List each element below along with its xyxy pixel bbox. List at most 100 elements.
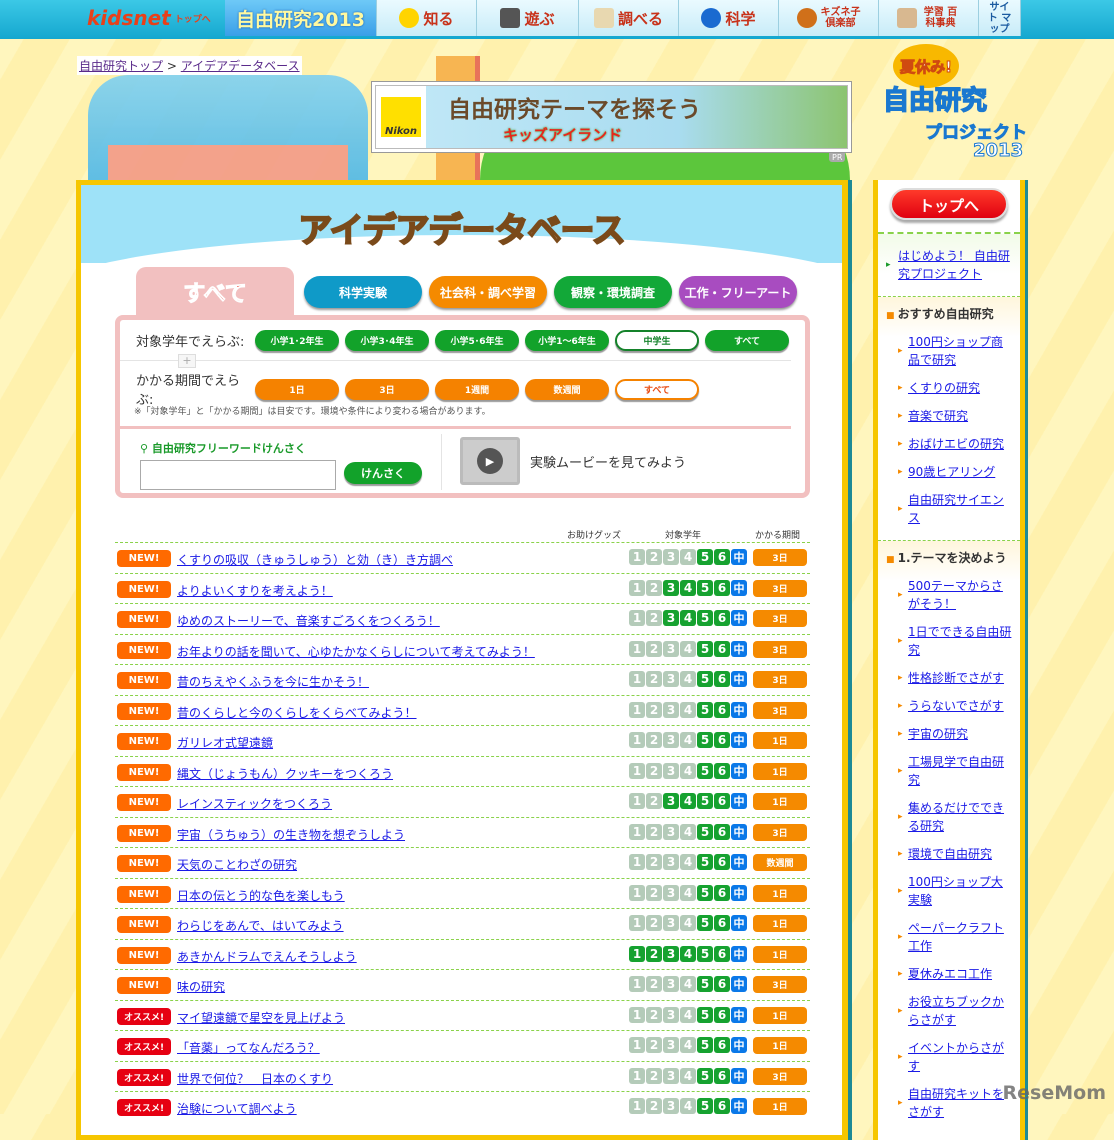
idea-title-link[interactable]: 日本の伝とう的な色を楽しもう xyxy=(177,887,345,904)
idea-title-link[interactable]: お年よりの話を聞いて、心ゆたかなくらしについて考えてみよう！ xyxy=(177,643,535,660)
grade-1: 1 xyxy=(629,762,645,779)
sidebar-link[interactable]: 1日でできる自由研究 xyxy=(908,625,1011,657)
period-option-all[interactable]: すべて xyxy=(615,378,699,400)
sidebar-link[interactable]: 集めるだけでできる研究 xyxy=(908,801,1004,833)
list-item: NEW! レインスティックをつくろう 123456中 1日 xyxy=(115,786,810,817)
nav-shiru[interactable]: 知る xyxy=(377,0,477,36)
sidebar-link[interactable]: 環境で自由研究 xyxy=(908,847,992,861)
sidebar-item: 100円ショップ大実験 xyxy=(878,868,1020,914)
period-option-1day[interactable]: 1日 xyxy=(255,378,339,400)
list-item: NEW! ガリレオ式望遠鏡 123456中 1日 xyxy=(115,725,810,756)
grade-4: 4 xyxy=(680,1098,696,1114)
idea-title-link[interactable]: あきかんドラムでえんそうしよう xyxy=(177,948,357,965)
sidebar-group: おすすめ自由研究 100円ショップ商品で研究くすりの研究音楽で研究おばけエビの研究… xyxy=(878,296,1020,536)
list-item: オススメ! 世界で何位？ 日本のくすり 123456中 3日 xyxy=(115,1060,810,1092)
grade-option-1-2[interactable]: 小学1･2年生 xyxy=(255,330,339,351)
sidebar-link[interactable]: 100円ショップ大実験 xyxy=(908,875,1003,907)
nav-kagaku[interactable]: 科学 xyxy=(679,0,779,36)
sidebar-link-start[interactable]: はじめよう！ 自由研究プロジェクト xyxy=(898,249,1010,281)
period-option-1week[interactable]: 1週間 xyxy=(435,378,519,400)
idea-title-link[interactable]: 宇宙（うちゅう）の生き物を想ぞうしよう xyxy=(177,826,405,843)
breadcrumb-home[interactable]: 自由研究トップ xyxy=(79,59,163,73)
search-button[interactable]: けんさく xyxy=(344,462,422,484)
grade-6: 6 xyxy=(714,1098,730,1114)
idea-title-link[interactable]: わらじをあんで、はいてみよう xyxy=(177,917,344,934)
sidebar-link[interactable]: 夏休みエコ工作 xyxy=(908,967,992,981)
kidsnet-logo[interactable]: kidsnet トップへ xyxy=(85,0,225,36)
sidebar-link[interactable]: うらないでさがす xyxy=(908,699,1004,713)
idea-title-link[interactable]: 「音薬」ってなんだろう？ xyxy=(177,1039,320,1056)
sidebar-link[interactable]: 音楽で研究 xyxy=(908,409,968,423)
nav-encyclopedia[interactable]: 学習 百科事典 xyxy=(879,0,979,36)
sidebar-link[interactable]: 自由研究キットをさがす xyxy=(908,1087,1004,1119)
grade-option-5-6[interactable]: 小学5･6年生 xyxy=(435,330,519,351)
idea-title-link[interactable]: 昔のちえやくふうを今に生かそう！ xyxy=(177,673,369,690)
tab-observation[interactable]: 観察・環境調査 xyxy=(554,276,672,308)
idea-title-link[interactable]: 世界で何位？ 日本のくすり xyxy=(177,1070,333,1087)
tab-social-research[interactable]: 社会科・調べ学習 xyxy=(429,276,547,308)
grade-indicators: 123456中 xyxy=(629,1098,747,1114)
sidebar-link[interactable]: 90歳ヒアリング xyxy=(908,465,995,479)
list-item: NEW! 宇宙（うちゅう）の生き物を想ぞうしよう 123456中 3日 xyxy=(115,816,810,848)
sidebar-link[interactable]: 自由研究サイエンス xyxy=(908,493,1004,525)
idea-title-link[interactable]: 治験について調べよう xyxy=(177,1100,297,1117)
grade-3: 3 xyxy=(663,1067,679,1084)
period-badge: 3日 xyxy=(753,579,807,597)
idea-title-link[interactable]: 縄文（じょうもん）クッキーをつくろう xyxy=(177,765,393,782)
grade-5: 5 xyxy=(697,1067,713,1084)
idea-title-link[interactable]: ガリレオ式望遠鏡 xyxy=(177,734,273,751)
grade-option-all[interactable]: すべて xyxy=(705,330,789,351)
nav-shiraberu[interactable]: 調べる xyxy=(579,0,679,36)
sidebar-item: 90歳ヒアリング xyxy=(878,458,1020,486)
sidebar-group: 1.テーマを決めよう 500テーマからさがそう！ 1日でできる自由研究性格診断でさが… xyxy=(878,540,1020,1130)
sidebar-link[interactable]: 工場見学で自由研究 xyxy=(908,755,1004,787)
sidebar-link[interactable]: 100円ショップ商品で研究 xyxy=(908,335,1003,367)
sidebar-link[interactable]: 性格診断でさがす xyxy=(908,671,1004,685)
sidebar-link[interactable]: くすりの研究 xyxy=(908,381,980,395)
idea-title-link[interactable]: くすりの吸収（きゅうしゅう）と効（き）き方調べ xyxy=(177,551,453,568)
idea-title-link[interactable]: ゆめのストーリーで、音楽すごろくをつくろう！ xyxy=(177,612,440,629)
grade-option-1-6[interactable]: 小学1〜6年生 xyxy=(525,330,609,351)
grade-2: 2 xyxy=(646,671,662,687)
nav-asobu[interactable]: 遊ぶ xyxy=(477,0,579,36)
nav-jiyu-kenkyu[interactable]: 自由研究2013 xyxy=(225,0,377,36)
list-item: オススメ! 治験について調べよう 123456中 1日 xyxy=(115,1091,810,1122)
idea-title-link[interactable]: 天気のことわざの研究 xyxy=(177,856,297,873)
grade-5: 5 xyxy=(697,579,713,596)
top-button[interactable]: トップへ xyxy=(890,188,1008,220)
grade-option-3-4[interactable]: 小学3･4年生 xyxy=(345,330,429,351)
tab-craft-art[interactable]: 工作・フリーアート xyxy=(679,276,797,308)
sidebar-item: おばけエビの研究 xyxy=(878,430,1020,458)
sidebar-item: 100円ショップ商品で研究 xyxy=(878,328,1020,374)
idea-title-link[interactable]: 味の研究 xyxy=(177,978,225,995)
idea-title-link[interactable]: よりよいくすりを考えよう！ xyxy=(177,582,333,599)
nav-kizuneko[interactable]: キズネ子 倶楽部 xyxy=(779,0,879,36)
sidebar-link[interactable]: イベントからさがす xyxy=(908,1041,1004,1073)
grade-option-junior-high[interactable]: 中学生 xyxy=(615,330,699,351)
movie-link[interactable]: ▶ 実験ムービーを見てみよう xyxy=(460,437,686,485)
idea-title-link[interactable]: レインスティックをつくろう xyxy=(177,795,332,812)
nikon-ad-banner[interactable]: Nikon 自由研究テーマを探そう キッズアイランド xyxy=(371,81,852,153)
grade-indicators: 123456中 xyxy=(629,732,747,748)
sidebar-link[interactable]: ペーパークラフト工作 xyxy=(908,921,1004,953)
list-item: NEW! わらじをあんで、はいてみよう 123456中 1日 xyxy=(115,908,810,939)
grade-4: 4 xyxy=(680,610,696,626)
search-input[interactable] xyxy=(140,460,336,490)
sidebar-link[interactable]: 500テーマからさがそう！ xyxy=(908,579,1003,611)
sidebar-link[interactable]: おばけエビの研究 xyxy=(908,437,1004,451)
breadcrumb-current[interactable]: アイデアデータベース xyxy=(181,59,300,73)
grade-6: 6 xyxy=(714,640,730,657)
grade-5: 5 xyxy=(697,793,713,809)
idea-title-link[interactable]: 昔のくらしと今のくらしをくらべてみよう！ xyxy=(177,704,417,721)
period-option-3days[interactable]: 3日 xyxy=(345,378,429,400)
project-logo[interactable]: 夏休み! 自由研究 プロジェクト 2013 xyxy=(873,40,1033,180)
grade-6: 6 xyxy=(714,1067,730,1084)
nav-sitemap[interactable]: サイト マップ xyxy=(979,0,1021,36)
tab-all[interactable]: すべて xyxy=(136,267,294,317)
tab-science-experiment[interactable]: 科学実験 xyxy=(304,276,422,308)
sidebar-link[interactable]: 宇宙の研究 xyxy=(908,727,968,741)
video-thumbnail[interactable]: ▶ xyxy=(460,437,520,485)
idea-title-link[interactable]: マイ望遠鏡で星空を見上げよう xyxy=(177,1009,345,1026)
sidebar-link[interactable]: お役立ちブックからさがす xyxy=(908,995,1004,1027)
period-option-weeks[interactable]: 数週間 xyxy=(525,378,609,400)
